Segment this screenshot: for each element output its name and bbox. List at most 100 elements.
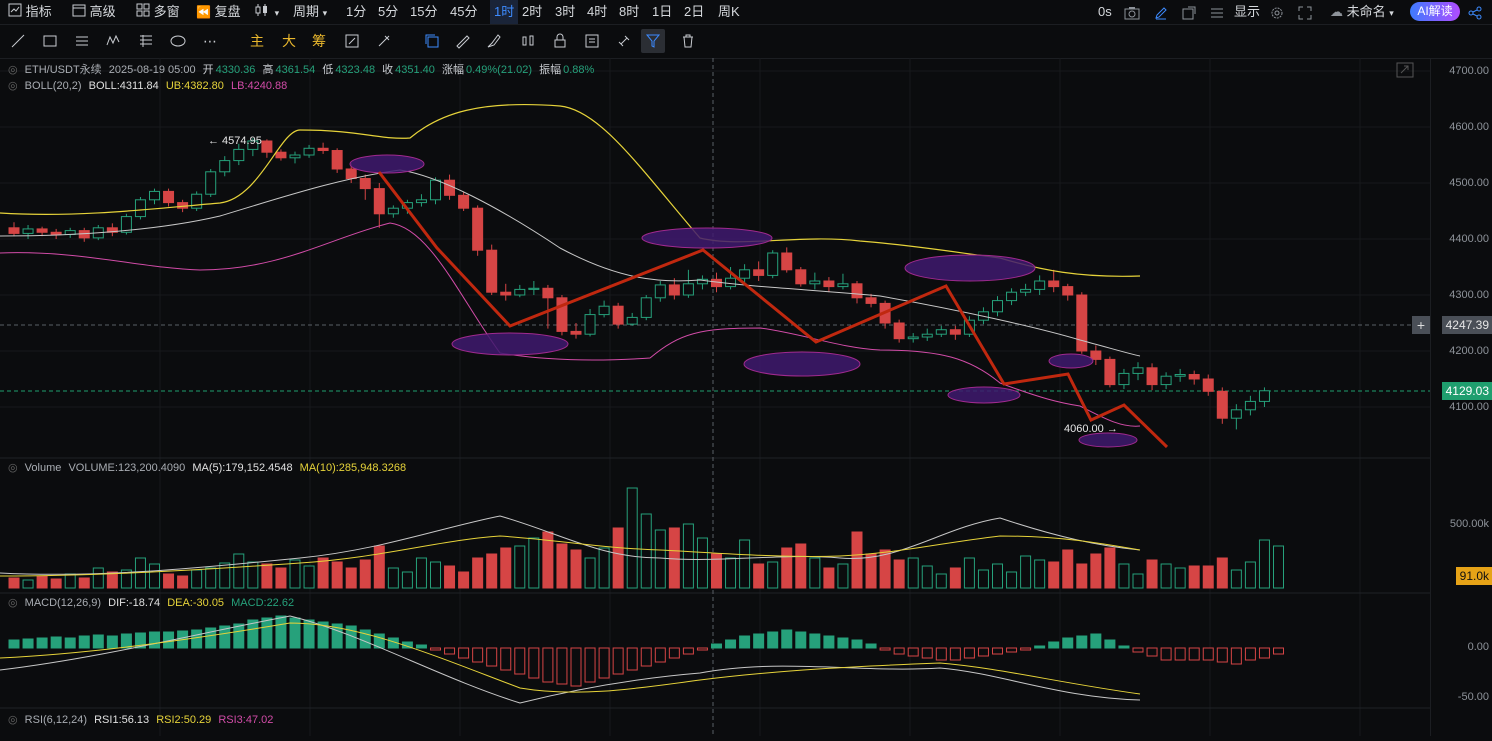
low-annotation: 4060.00 → [1064,423,1118,435]
timeframe-tab[interactable]: 5分 [378,0,398,24]
note-icon[interactable] [580,29,604,53]
display-label: 显示 [1234,4,1261,19]
ellipse-tool-icon[interactable] [166,29,190,53]
macd-bar [935,647,947,661]
seconds-toggle[interactable]: 0s [1098,0,1112,24]
macd-bar [500,647,512,671]
eye-icon[interactable]: ◎ [8,597,18,609]
eye-icon[interactable]: ◎ [8,714,18,726]
eraser-icon[interactable] [372,29,396,53]
popout-icon[interactable] [1182,0,1196,24]
filter-icon[interactable] [641,29,665,53]
volume-bar [22,579,34,589]
timeframe-tab[interactable]: 45分 [450,0,477,24]
chart-area[interactable]: ← 4574.95 4060.00 → [0,58,1430,736]
macd-bar [570,647,582,687]
macd-bar [1076,635,1088,649]
timeframe-tab[interactable]: 4时 [587,0,607,24]
main-chart-toggle[interactable]: 主 [250,29,264,53]
highlight-ellipse [451,332,569,356]
share-icon[interactable] [1468,0,1482,24]
volume-bar [472,557,484,589]
fullscreen-icon[interactable] [1298,0,1312,24]
rectangle-tool-icon[interactable] [38,29,62,53]
volume-bar [163,573,175,589]
volume-bar [458,571,470,589]
brush-icon[interactable] [482,29,506,53]
volume-bar [486,553,498,589]
volume-value: VOLUME:123,200.4090 [68,462,186,474]
link-icon[interactable] [612,29,636,53]
crosshair-plus-icon[interactable]: + [1412,316,1430,334]
replay-button[interactable]: ⏪ 复盘 [196,0,241,24]
candle-body [837,283,849,288]
settings-gear-icon[interactable] [1270,0,1284,24]
pen-icon[interactable] [1154,0,1168,24]
timeframe-tab[interactable]: 8时 [619,0,639,24]
magnet-icon[interactable] [340,29,364,53]
candle-body [584,314,596,335]
macd-bar [275,615,287,649]
candle-body [486,249,498,293]
timeframe-tab[interactable]: 3时 [555,0,575,24]
wave-tool-icon[interactable] [102,29,126,53]
candle-body [514,288,526,296]
more-tools-icon[interactable]: ⋯ [198,29,222,53]
chart-type-button[interactable]: ▾ [255,0,279,24]
eye-icon[interactable]: ◎ [8,64,18,76]
candle-body [219,160,231,173]
timeframe-tab[interactable]: 周K [718,0,740,24]
indicators-button[interactable]: 指标 [8,0,52,24]
macd-bar [725,639,737,649]
ruler-icon[interactable] [450,29,474,53]
volume-bar [1034,559,1046,589]
macd-bar [767,631,779,649]
chart-canvas[interactable]: ← 4574.95 4060.00 → [0,58,1430,736]
eye-icon[interactable]: ◎ [8,80,18,92]
ai-interpret-button[interactable]: AI解读 [1410,2,1460,21]
display-button[interactable]: 显示 [1234,0,1260,24]
candles-icon [255,1,271,25]
expand-icon[interactable] [1396,62,1414,78]
eye-icon[interactable]: ◎ [8,462,18,474]
candle-body [1258,390,1270,402]
macd-bar [626,647,638,671]
parallel-lines-tool-icon[interactable] [70,29,94,53]
candle-body [654,284,666,299]
volume-bar [1132,573,1144,589]
big-order-toggle[interactable]: 大 [282,29,296,53]
volume-bar [584,557,596,589]
multi-window-button[interactable]: 多窗 [136,0,180,24]
price-legend: ◎ ETH/USDT永续 2025-08-19 05:00 开 4330.36 高… [8,61,598,77]
volume-bar [626,487,638,589]
timeframe-tab[interactable]: 1时 [490,0,519,24]
macd-bar [64,637,76,649]
volume-legend: ◎ Volume VOLUME:123,200.4090 MA(5):179,1… [8,461,410,474]
fib-tool-icon[interactable] [134,29,158,53]
price-axis[interactable]: 4700.00 4600.00 4500.00 4400.00 4300.00 … [1430,58,1492,736]
macd-bar [907,647,919,657]
timeframe-tab[interactable]: 1日 [652,0,672,24]
highlight-ellipse [641,227,773,249]
lock-icon[interactable] [548,29,572,53]
advanced-button[interactable]: 高级 [72,0,116,24]
candle-body [865,297,877,304]
copy-icon[interactable] [420,29,444,53]
volume-bar [570,549,582,589]
list-icon[interactable] [1210,0,1224,24]
period-dropdown[interactable]: 周期 ▾ [293,0,327,24]
trash-icon[interactable] [676,29,700,53]
candle-tool-icon[interactable] [516,29,540,53]
chips-toggle[interactable]: 筹 [312,29,326,53]
timeframe-tab[interactable]: 2时 [522,0,542,24]
line-tool-icon[interactable] [6,29,30,53]
high-label: 高 [262,64,274,76]
volume-bar [725,557,737,589]
camera-icon[interactable] [1124,0,1140,24]
timeframe-tab[interactable]: 2日 [684,0,704,24]
volume-bar [1062,549,1074,589]
macd-bar [514,647,526,675]
timeframe-tab[interactable]: 1分 [346,0,366,24]
timeframe-tab[interactable]: 15分 [410,0,437,24]
layout-name-dropdown[interactable]: ☁ 未命名 ▾ [1330,0,1394,24]
